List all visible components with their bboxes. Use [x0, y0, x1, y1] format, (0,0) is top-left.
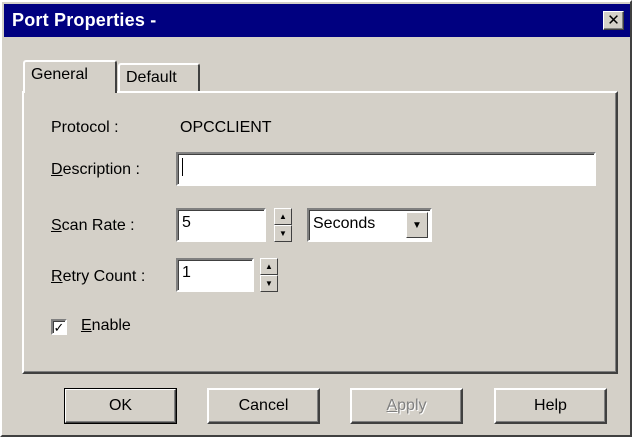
dropdown-arrow-icon[interactable]: ▼: [406, 212, 428, 238]
protocol-value: OPCCLIENT: [180, 119, 272, 136]
apply-button-label-text: pply: [397, 397, 427, 414]
scan-rate-up-arrow-icon[interactable]: ▲: [274, 208, 292, 225]
close-icon: ✕: [607, 12, 620, 29]
cancel-button-label: Cancel: [238, 397, 289, 414]
protocol-label: Protocol :: [51, 119, 119, 136]
enable-label-text: nable: [91, 317, 131, 334]
scan-rate-input[interactable]: 5: [176, 208, 266, 242]
ok-button-label: OK: [108, 397, 133, 414]
retry-count-up-arrow-icon[interactable]: ▲: [260, 258, 278, 275]
retry-count-value: 1: [182, 264, 191, 281]
description-label: Description :: [51, 161, 140, 179]
help-button-label: Help: [534, 397, 567, 414]
description-input[interactable]: [176, 152, 596, 186]
scan-rate-unit-select[interactable]: Seconds ▼: [307, 208, 432, 242]
tab-default[interactable]: Default: [118, 63, 200, 91]
enable-access-key: E: [81, 317, 92, 334]
checkmark-icon: ✓: [53, 319, 65, 335]
retry-count-spinner[interactable]: ▲ ▼: [260, 258, 278, 292]
scan-rate-label: Scan Rate :: [51, 217, 135, 235]
ok-button[interactable]: OK: [64, 388, 177, 424]
close-button[interactable]: ✕: [603, 11, 624, 30]
cancel-button[interactable]: Cancel: [207, 388, 320, 424]
apply-button-label: Apply: [386, 397, 426, 415]
retry-count-label: Retry Count :: [51, 268, 145, 286]
window-title: Port Properties -: [12, 10, 157, 30]
scan-rate-access-key: S: [51, 217, 62, 234]
enable-checkbox[interactable]: ✓: [51, 319, 67, 335]
description-access-key: D: [51, 161, 63, 178]
retry-count-access-key: R: [51, 268, 63, 285]
description-label-text: escription :: [62, 161, 140, 178]
port-properties-dialog: Port Properties - ✕ General Default Prot…: [0, 0, 632, 437]
retry-count-label-text: etry Count :: [62, 268, 146, 285]
apply-button[interactable]: Apply: [350, 388, 463, 424]
scan-rate-label-text: can Rate :: [61, 217, 135, 234]
retry-count-down-arrow-icon[interactable]: ▼: [260, 275, 278, 292]
scan-rate-unit-value: Seconds: [313, 215, 376, 232]
title-bar[interactable]: Port Properties - ✕: [4, 4, 630, 37]
apply-access-key: A: [386, 397, 398, 414]
retry-count-input[interactable]: 1: [176, 258, 254, 292]
help-button[interactable]: Help: [494, 388, 607, 424]
scan-rate-spinner[interactable]: ▲ ▼: [274, 208, 292, 242]
scan-rate-down-arrow-icon[interactable]: ▼: [274, 225, 292, 242]
tab-general[interactable]: General: [23, 60, 117, 93]
tab-default-label: Default: [126, 69, 177, 86]
text-caret: [182, 158, 183, 176]
enable-label[interactable]: Enable: [81, 317, 131, 335]
tab-general-label: General: [31, 66, 88, 83]
scan-rate-value: 5: [182, 214, 191, 231]
